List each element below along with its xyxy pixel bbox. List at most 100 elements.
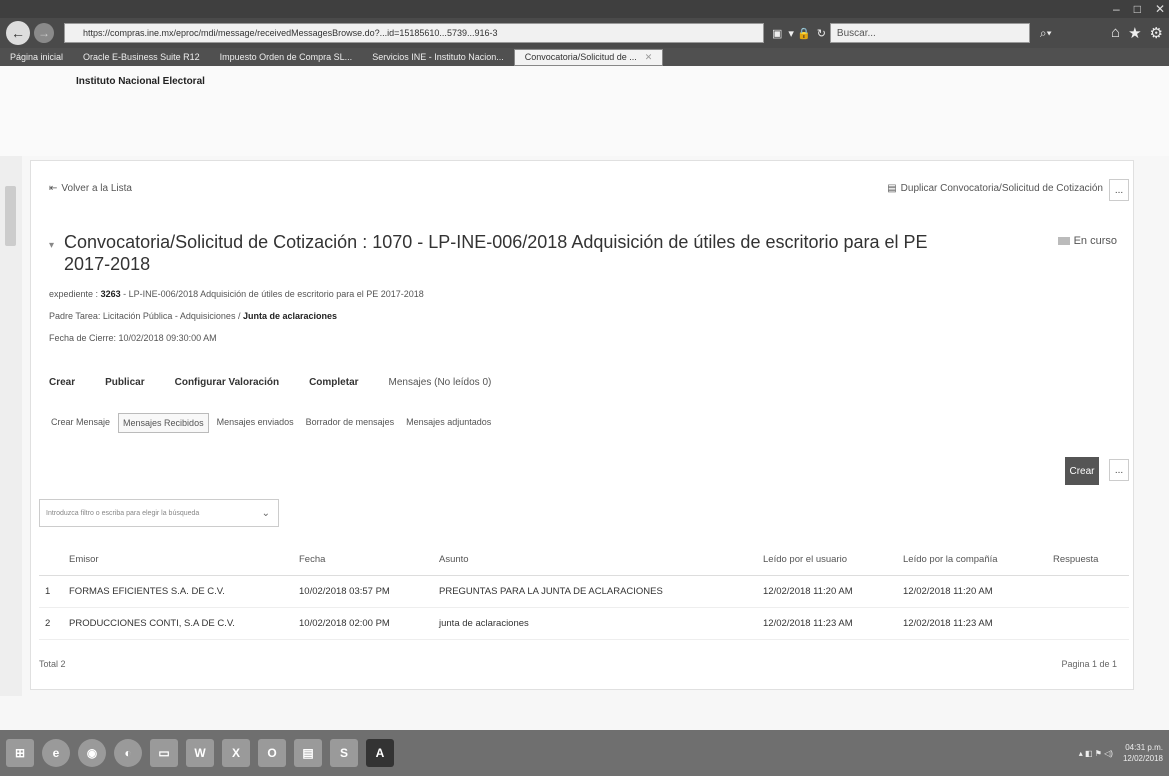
- page-title: ▾ Convocatoria/Solicitud de Cotización :…: [49, 231, 949, 275]
- col-leido-compania[interactable]: Leído por la compañía: [897, 545, 1047, 576]
- create-button[interactable]: Crear: [1065, 457, 1099, 485]
- subtab-mensajes-enviados[interactable]: Mensajes enviados: [213, 413, 298, 433]
- main-card: ⇤ Volver a la Lista ▤ Duplicar Convocato…: [30, 160, 1134, 690]
- row-leido-usuario: 12/02/2018 11:20 AM: [757, 575, 897, 608]
- file-explorer-icon[interactable]: ▭: [150, 739, 178, 767]
- word-icon[interactable]: W: [186, 739, 214, 767]
- duplicate-icon: ▤: [887, 183, 897, 194]
- settings-gear-icon[interactable]: ⚙: [1150, 24, 1163, 42]
- list-more-button[interactable]: ...: [1109, 459, 1129, 481]
- search-icon[interactable]: ⌕▾: [1040, 26, 1052, 41]
- browser-tools: ⌂ ★ ⚙: [1111, 24, 1163, 42]
- os-taskbar: ⊞ e ◉ ◐ ▭ W X O ▤ S A ▴ ◧ ⚑ ◁) 04:31 p.m…: [0, 730, 1169, 776]
- side-panel-handle[interactable]: [5, 186, 16, 246]
- side-panel-strip: [0, 156, 22, 696]
- back-to-list-label: Volver a la Lista: [61, 183, 132, 194]
- row-leido-compania: 12/02/2018 11:20 AM: [897, 575, 1047, 608]
- col-fecha[interactable]: Fecha: [293, 545, 433, 576]
- url-input[interactable]: https://compras.ine.mx/eproc/mdi/message…: [64, 23, 764, 43]
- close-tab-icon[interactable]: ✕: [645, 52, 653, 63]
- row-asunto[interactable]: PREGUNTAS PARA LA JUNTA DE ACLARACIONES: [433, 575, 757, 608]
- header-more-button[interactable]: ...: [1109, 179, 1129, 201]
- refresh-icon[interactable]: ↻: [817, 27, 826, 40]
- subtab-mensajes-recibidos[interactable]: Mensajes Recibidos: [118, 413, 209, 433]
- filter-placeholder: Introduzca filtro o escriba para elegir …: [46, 509, 200, 517]
- row-asunto[interactable]: junta de aclaraciones: [433, 607, 757, 640]
- close-icon[interactable]: ✕: [1155, 2, 1165, 16]
- tab-oracle[interactable]: Oracle E-Business Suite R12: [73, 49, 210, 65]
- search-input[interactable]: Buscar...: [829, 23, 1030, 43]
- row-num: 1: [39, 575, 63, 608]
- tab-convocatoria[interactable]: Convocatoria/Solicitud de ... ✕: [513, 48, 664, 66]
- subtab-adjuntados[interactable]: Mensajes adjuntados: [402, 413, 495, 433]
- duplicate-label: Duplicar Convocatoria/Solicitud de Cotiz…: [900, 183, 1103, 194]
- menu-configurar-valoracion[interactable]: Configurar Valoración: [175, 377, 279, 388]
- row-leido-usuario: 12/02/2018 11:23 AM: [757, 607, 897, 640]
- row-leido-compania: 12/02/2018 11:23 AM: [897, 607, 1047, 640]
- pagination: Pagina 1 de 1: [1061, 659, 1117, 669]
- site-header: Instituto Nacional Electoral: [0, 66, 1169, 156]
- favorites-star-icon[interactable]: ★: [1128, 24, 1141, 42]
- status-label: En curso: [1073, 235, 1117, 247]
- windows-start-icon[interactable]: ⊞: [6, 739, 34, 767]
- tab-servicios-ine[interactable]: Servicios INE - Instituto Nacion...: [362, 49, 514, 65]
- table-row[interactable]: 2 PRODUCCIONES CONTI, S.A DE C.V. 10/02/…: [39, 607, 1129, 640]
- expediente-line: expediente : 3263 - LP-INE-006/2018 Adqu…: [49, 289, 424, 299]
- clock[interactable]: 04:31 p.m. 12/02/2018: [1123, 742, 1163, 764]
- col-leido-usuario[interactable]: Leído por el usuario: [757, 545, 897, 576]
- fecha-cierre: Fecha de Cierre: 10/02/2018 09:30:00 AM: [49, 333, 217, 343]
- subtab-crear-mensaje[interactable]: Crear Mensaje: [47, 413, 114, 433]
- back-to-list-link[interactable]: ⇤ Volver a la Lista: [49, 183, 132, 194]
- back-arrow-icon[interactable]: ←: [6, 21, 30, 45]
- table-header-row: Emisor Fecha Asunto Leído por el usuario…: [39, 545, 1129, 576]
- col-emisor[interactable]: Emisor: [63, 545, 293, 576]
- expediente-desc: - LP-INE-006/2018 Adquisición de útiles …: [123, 289, 424, 299]
- subtab-borrador[interactable]: Borrador de mensajes: [302, 413, 399, 433]
- home-icon[interactable]: ⌂: [1111, 24, 1120, 42]
- messages-table: Emisor Fecha Asunto Leído por el usuario…: [39, 545, 1129, 640]
- acrobat-icon[interactable]: A: [366, 739, 394, 767]
- duplicate-link[interactable]: ▤ Duplicar Convocatoria/Solicitud de Cot…: [887, 183, 1103, 194]
- compat-view-icon[interactable]: ▣: [772, 27, 782, 40]
- status-icon: [1057, 237, 1070, 245]
- tab-convocatoria-label: Convocatoria/Solicitud de ...: [524, 52, 637, 62]
- col-asunto[interactable]: Asunto: [433, 545, 757, 576]
- internet-explorer-icon[interactable]: e: [42, 739, 70, 767]
- col-respuesta[interactable]: Respuesta: [1047, 545, 1129, 576]
- tray-icons[interactable]: ▴ ◧ ⚑ ◁): [1079, 748, 1113, 759]
- action-menu: Crear Publicar Configurar Valoración Com…: [49, 377, 521, 388]
- clock-date: 12/02/2018: [1122, 754, 1163, 763]
- table-row[interactable]: 1 FORMAS EFICIENTES S.A. DE C.V. 10/02/2…: [39, 575, 1129, 608]
- menu-crear[interactable]: Crear: [49, 377, 75, 388]
- tab-pagina-inicial[interactable]: Página inicial: [0, 49, 73, 65]
- skype-icon[interactable]: S: [330, 739, 358, 767]
- forward-arrow-icon[interactable]: →: [34, 23, 54, 43]
- clock-time: 04:31 p.m.: [1125, 743, 1163, 752]
- minimize-icon[interactable]: –: [1113, 2, 1120, 16]
- system-tray: ▴ ◧ ⚑ ◁) 04:31 p.m. 12/02/2018: [1079, 742, 1163, 764]
- message-subtabs: Crear Mensaje Mensajes Recibidos Mensaje…: [47, 413, 499, 433]
- filter-input[interactable]: Introduzca filtro o escriba para elegir …: [39, 499, 279, 527]
- menu-completar[interactable]: Completar: [309, 377, 358, 388]
- double-chevron-down-icon[interactable]: ⌄: [262, 508, 270, 519]
- maximize-icon[interactable]: □: [1134, 2, 1141, 16]
- lock-icon[interactable]: ▾ 🔒: [788, 27, 810, 40]
- menu-mensajes[interactable]: Mensajes (No leídos 0): [389, 377, 492, 388]
- row-fecha: 10/02/2018 02:00 PM: [293, 607, 433, 640]
- org-name: Instituto Nacional Electoral: [76, 76, 205, 87]
- excel-icon[interactable]: X: [222, 739, 250, 767]
- padre-value: Junta de aclaraciones: [242, 311, 338, 321]
- outlook-icon[interactable]: O: [258, 739, 286, 767]
- window-controls: – □ ✕: [1113, 2, 1165, 16]
- menu-publicar[interactable]: Publicar: [105, 377, 144, 388]
- row-fecha: 10/02/2018 03:57 PM: [293, 575, 433, 608]
- notepad-icon[interactable]: ▤: [294, 739, 322, 767]
- row-emisor[interactable]: FORMAS EFICIENTES S.A. DE C.V.: [63, 575, 293, 608]
- tab-impuesto[interactable]: Impuesto Orden de Compra SL...: [210, 49, 363, 65]
- row-respuesta: [1047, 575, 1129, 608]
- chrome-icon[interactable]: ◉: [78, 739, 106, 767]
- row-respuesta: [1047, 607, 1129, 640]
- row-emisor[interactable]: PRODUCCIONES CONTI, S.A DE C.V.: [63, 607, 293, 640]
- firefox-icon[interactable]: ◐: [114, 739, 142, 767]
- collapse-chevron-icon[interactable]: ▾: [49, 235, 54, 275]
